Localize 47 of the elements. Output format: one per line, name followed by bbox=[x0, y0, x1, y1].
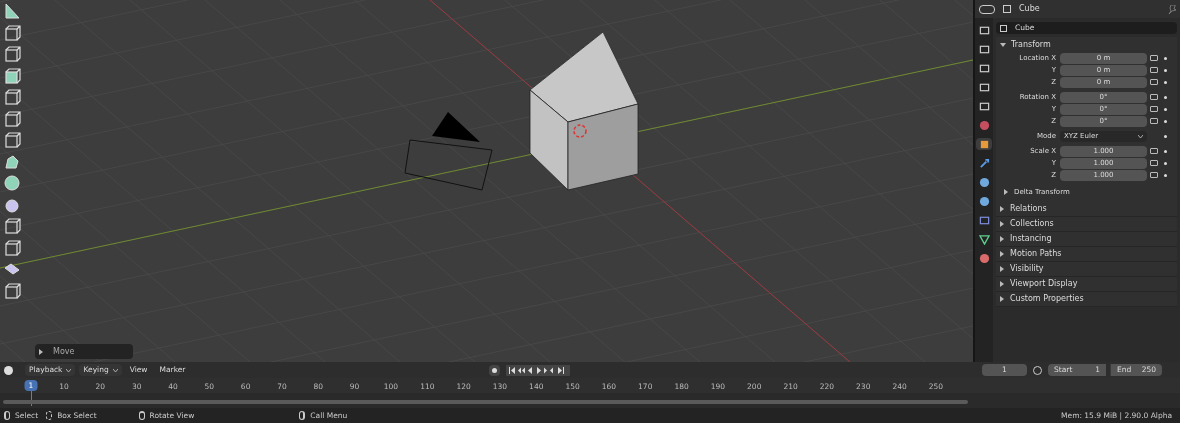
panel-header[interactable]: Visibility bbox=[996, 262, 1177, 277]
tool-icon[interactable] bbox=[3, 281, 21, 300]
tool-icon[interactable] bbox=[3, 88, 21, 106]
tool-icon[interactable] bbox=[3, 131, 21, 149]
object-icon bbox=[1000, 24, 1007, 32]
tool-icon[interactable] bbox=[3, 45, 21, 63]
expand-triangle-icon bbox=[1000, 236, 1004, 242]
expand-triangle-icon bbox=[1000, 281, 1004, 287]
object-icon bbox=[1003, 5, 1011, 13]
tool-icon[interactable] bbox=[3, 2, 21, 20]
panel-header[interactable]: Viewport Display bbox=[996, 277, 1177, 292]
panel-header[interactable]: Transform bbox=[996, 37, 1177, 52]
tool-icon[interactable] bbox=[3, 174, 21, 192]
tool-icon[interactable] bbox=[3, 217, 21, 235]
object-name-label: Cube bbox=[1019, 3, 1040, 15]
pin-icon[interactable] bbox=[1168, 4, 1176, 14]
playback-controls-icon[interactable] bbox=[506, 364, 571, 376]
panel-header[interactable]: Motion Paths bbox=[996, 247, 1177, 262]
properties-tab[interactable] bbox=[976, 138, 992, 150]
horizontal-scrollbar[interactable] bbox=[3, 400, 968, 404]
mouse-icon bbox=[299, 411, 306, 420]
expand-triangle-icon bbox=[1000, 221, 1004, 227]
chevron-icon bbox=[112, 368, 118, 372]
expand-triangle-icon bbox=[1000, 251, 1004, 257]
tool-icon[interactable] bbox=[3, 238, 21, 257]
tool-icon[interactable] bbox=[3, 23, 21, 42]
viewport-scene-drawing[interactable] bbox=[0, 0, 973, 362]
panel-header[interactable]: Custom Properties bbox=[996, 292, 1177, 307]
object-icon bbox=[978, 138, 990, 150]
panel-header[interactable]: Instancing bbox=[996, 232, 1177, 247]
expand-triangle-icon bbox=[39, 348, 43, 355]
expand-triangle-icon bbox=[1000, 296, 1004, 302]
expand-triangle-icon bbox=[1000, 42, 1006, 47]
record-button-icon[interactable] bbox=[489, 364, 501, 376]
expand-triangle-icon bbox=[1004, 189, 1008, 195]
mouse-icon bbox=[4, 411, 10, 420]
panel-header[interactable]: Collections bbox=[996, 217, 1177, 232]
panel-header[interactable]: Relations bbox=[996, 202, 1177, 217]
mouse-icon bbox=[138, 411, 145, 420]
tool-icon[interactable] bbox=[3, 66, 21, 85]
tool-icon bbox=[978, 24, 990, 36]
last-operator-panel[interactable]: Move bbox=[35, 344, 133, 359]
chevron-icon bbox=[1138, 134, 1143, 138]
expand-triangle-icon bbox=[1000, 206, 1004, 212]
expand-triangle-icon bbox=[1000, 266, 1004, 272]
chevron-icon bbox=[66, 368, 72, 372]
tool-icon[interactable] bbox=[3, 109, 21, 128]
